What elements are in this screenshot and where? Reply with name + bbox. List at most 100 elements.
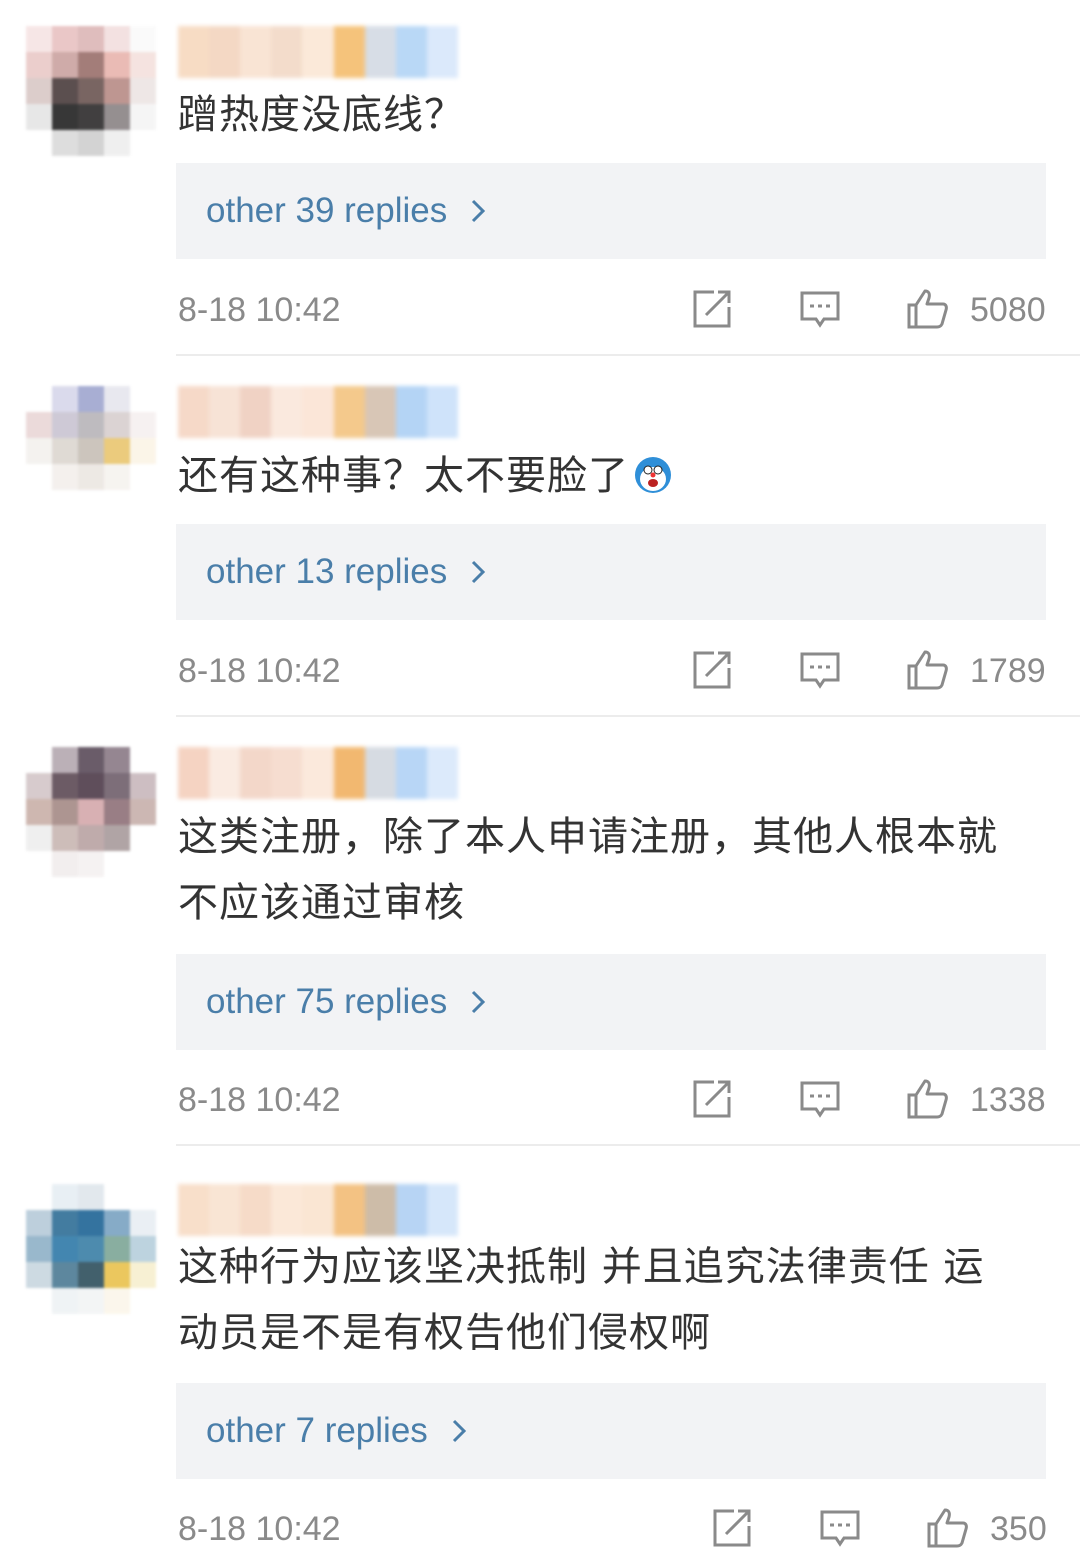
avatar-pixel xyxy=(104,52,130,78)
username-pixel xyxy=(178,26,210,78)
username-pixel xyxy=(209,747,241,799)
avatar-pixel xyxy=(26,799,52,825)
more-replies-button[interactable]: other 13 replies xyxy=(176,524,1046,620)
avatar-pixel xyxy=(52,1210,78,1236)
share-external-icon[interactable] xyxy=(710,1506,754,1550)
avatar-pixel xyxy=(26,1262,52,1288)
username-blurred[interactable] xyxy=(178,26,458,78)
username-blurred[interactable] xyxy=(178,1184,458,1236)
avatar-pixel xyxy=(26,490,52,516)
comment-bubble-icon[interactable] xyxy=(798,287,842,331)
like-count: 1338 xyxy=(970,1081,1046,1119)
avatar-pixel xyxy=(26,1236,52,1262)
username-pixel xyxy=(426,26,458,78)
avatar-pixel xyxy=(78,1288,104,1314)
more-replies-button[interactable]: other 7 replies xyxy=(176,1383,1046,1479)
avatar-pixel xyxy=(130,747,156,773)
comment-text: 这种行为应该坚决抵制 并且追究法律责任 运 动员是不是有权告他们侵权啊 xyxy=(178,1234,1048,1366)
username-pixel xyxy=(395,26,427,78)
avatar-pixel xyxy=(52,130,78,156)
timestamp: 8-18 10:42 xyxy=(178,291,341,329)
comment-text-span: 还有这种事？太不要脸了 xyxy=(178,453,629,499)
more-replies-button[interactable]: other 75 replies xyxy=(176,954,1046,1050)
avatar-pixel xyxy=(130,464,156,490)
avatar[interactable] xyxy=(26,386,156,516)
avatar-pixel xyxy=(130,386,156,412)
comment-text: 还有这种事？太不要脸了 xyxy=(178,443,1048,509)
avatar-pixel xyxy=(104,438,130,464)
comment-bubble-icon[interactable] xyxy=(818,1506,862,1550)
avatar-pixel xyxy=(130,1236,156,1262)
avatar-pixel xyxy=(78,747,104,773)
avatar-pixel xyxy=(104,490,130,516)
avatar-pixel xyxy=(130,490,156,516)
username-pixel xyxy=(302,26,334,78)
avatar-pixel xyxy=(104,799,130,825)
username-pixel xyxy=(333,1184,365,1236)
thumbs-up-icon[interactable] xyxy=(925,1506,969,1550)
avatar-pixel xyxy=(26,386,52,412)
timestamp: 8-18 10:42 xyxy=(178,652,341,690)
avatar-pixel xyxy=(104,1288,130,1314)
username-blurred[interactable] xyxy=(178,386,458,438)
comment-text-line: 动员是不是有权告他们侵权啊 xyxy=(178,1310,711,1356)
more-replies-button[interactable]: other 39 replies xyxy=(176,163,1046,259)
username-pixel xyxy=(209,26,241,78)
username-pixel xyxy=(271,386,303,438)
divider xyxy=(176,354,1080,356)
avatar-pixel xyxy=(104,1262,130,1288)
chevron-right-icon xyxy=(452,1419,466,1443)
avatar-pixel xyxy=(26,104,52,130)
avatar-pixel xyxy=(52,773,78,799)
avatar-pixel xyxy=(78,78,104,104)
avatar[interactable] xyxy=(26,1184,156,1314)
username-pixel xyxy=(178,747,210,799)
username-pixel xyxy=(271,747,303,799)
username-pixel xyxy=(178,1184,210,1236)
share-external-icon[interactable] xyxy=(690,648,734,692)
comment-text-line: 这类注册，除了本人申请注册，其他人根本就 xyxy=(178,814,998,860)
username-pixel xyxy=(364,1184,396,1236)
comment-text-line: 还有这种事？太不要脸了 xyxy=(178,443,1048,509)
thumbs-up-icon[interactable] xyxy=(905,1077,949,1121)
avatar-pixel xyxy=(104,825,130,851)
comment-meta: 8-18 10:42 1338 xyxy=(0,1073,1080,1133)
comment-bubble-icon[interactable] xyxy=(798,648,842,692)
more-replies-label: other 75 replies xyxy=(206,982,448,1021)
avatar-pixel xyxy=(26,747,52,773)
share-external-icon[interactable] xyxy=(690,1077,734,1121)
avatar-pixel xyxy=(78,490,104,516)
comment-text: 蹭热度没底线？ xyxy=(178,82,1048,148)
avatar-pixel xyxy=(104,464,130,490)
avatar-pixel xyxy=(52,851,78,877)
avatar-pixel xyxy=(26,825,52,851)
username-pixel xyxy=(426,1184,458,1236)
avatar-pixel xyxy=(130,773,156,799)
avatar-pixel xyxy=(78,464,104,490)
username-pixel xyxy=(426,747,458,799)
avatar-pixel xyxy=(78,825,104,851)
avatar-pixel xyxy=(104,747,130,773)
more-replies-label: other 39 replies xyxy=(206,191,448,230)
avatar-pixel xyxy=(78,52,104,78)
more-replies-label: other 13 replies xyxy=(206,552,448,591)
avatar[interactable] xyxy=(26,747,156,877)
thumbs-up-icon[interactable] xyxy=(905,287,949,331)
avatar-pixel xyxy=(52,78,78,104)
avatar[interactable] xyxy=(26,26,156,156)
avatar-pixel xyxy=(26,130,52,156)
share-external-icon[interactable] xyxy=(690,287,734,331)
username-pixel xyxy=(240,386,272,438)
username-pixel xyxy=(364,26,396,78)
username-pixel xyxy=(333,26,365,78)
avatar-pixel xyxy=(26,1210,52,1236)
avatar-pixel xyxy=(130,1184,156,1210)
username-pixel xyxy=(178,386,210,438)
thumbs-up-icon[interactable] xyxy=(905,648,949,692)
username-blurred[interactable] xyxy=(178,747,458,799)
avatar-pixel xyxy=(52,1262,78,1288)
chevron-right-icon xyxy=(472,990,486,1014)
comment-bubble-icon[interactable] xyxy=(798,1077,842,1121)
avatar-pixel xyxy=(52,412,78,438)
avatar-pixel xyxy=(130,26,156,52)
